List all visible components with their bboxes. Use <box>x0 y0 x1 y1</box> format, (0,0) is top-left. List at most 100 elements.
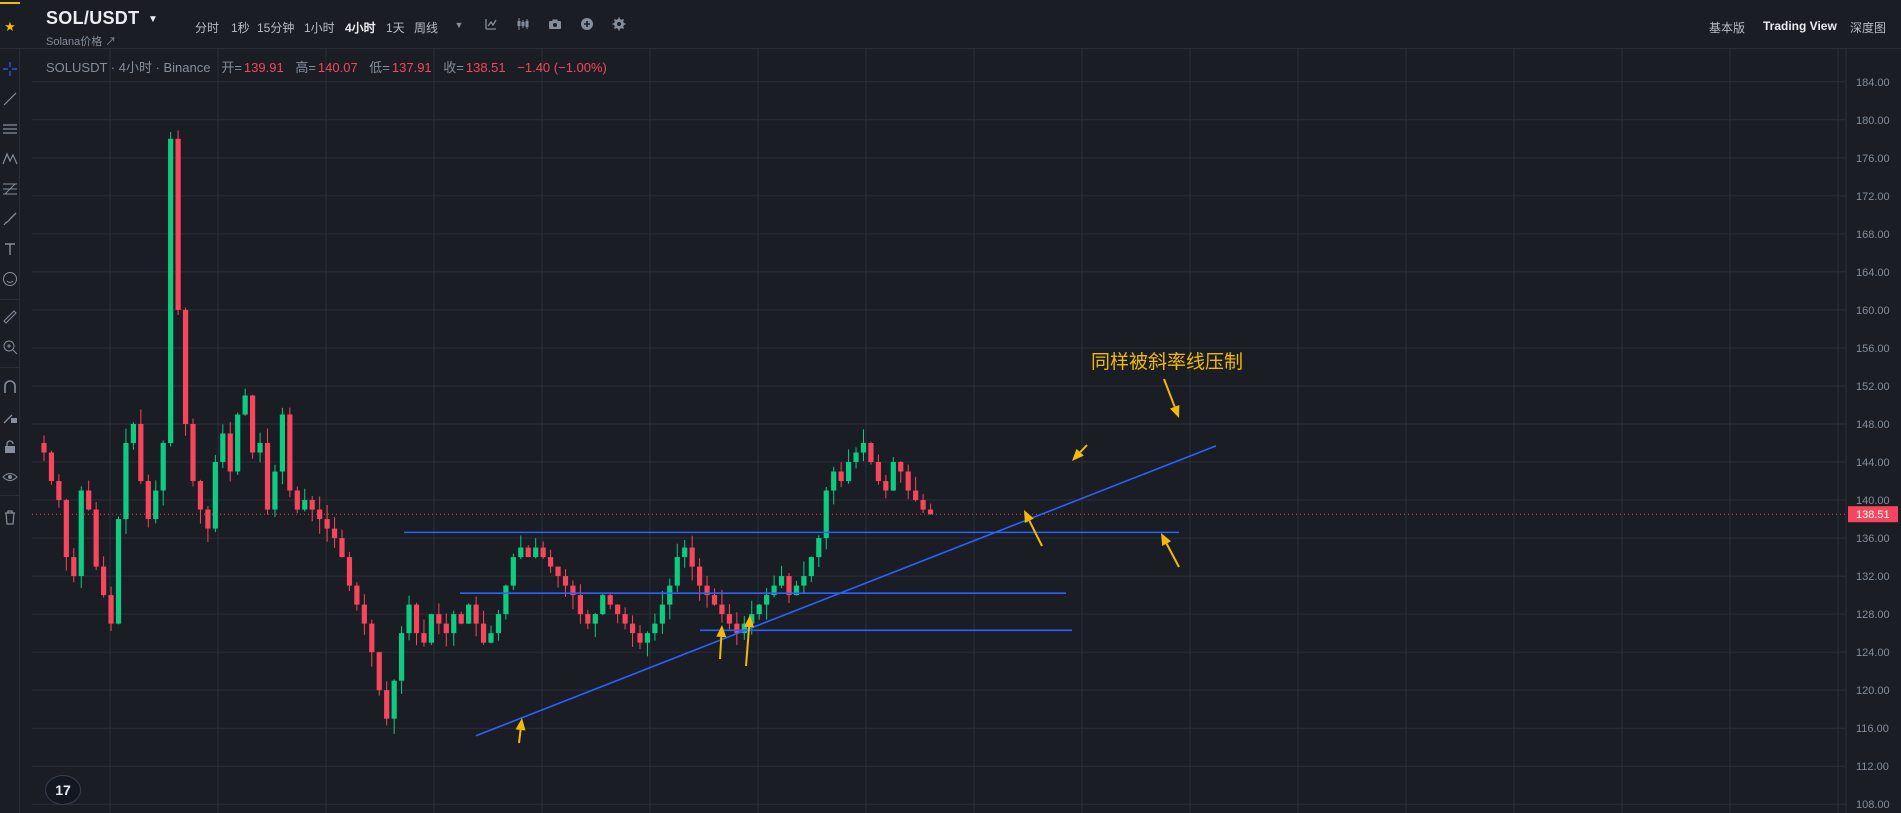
star-icon[interactable]: ★ <box>0 12 20 42</box>
ruler-icon[interactable] <box>1 309 19 327</box>
candle-body <box>480 623 487 643</box>
symbol-title[interactable]: SOL/USDT <box>46 8 139 29</box>
interval-15m[interactable]: 15分钟 <box>257 19 294 36</box>
axis-tick-label: 164.00 <box>1856 267 1890 279</box>
candle-body <box>413 604 420 634</box>
axis-tick-label: 120.00 <box>1856 685 1890 697</box>
candle-body <box>324 519 330 529</box>
eye-icon[interactable] <box>1 469 19 487</box>
candle-body <box>56 481 62 501</box>
candle-body <box>376 652 382 691</box>
candle-body <box>875 462 881 482</box>
zoom-icon[interactable] <box>1 339 19 357</box>
candle-body <box>287 414 293 491</box>
candle-body <box>242 395 248 415</box>
legend-close: 138.51 <box>465 60 506 75</box>
candle-body <box>853 452 859 463</box>
candle-body <box>41 443 47 453</box>
pattern-icon[interactable] <box>1 151 19 169</box>
lock-draw-icon[interactable] <box>1 409 19 427</box>
candle-body <box>659 604 665 624</box>
candle-body <box>518 547 524 558</box>
candle-body <box>220 433 226 463</box>
symbol-subtitle[interactable]: Solana价格 ↗ <box>46 33 116 49</box>
favorite-accent <box>0 2 20 4</box>
interval-1w[interactable]: 周线 <box>414 19 438 36</box>
candle-body <box>786 576 792 596</box>
top-bar: ★ SOL/USDT ▼ Solana价格 ↗ 分时 1秒 15分钟 1小时 4… <box>0 0 1901 49</box>
fib-icon[interactable] <box>1 181 19 199</box>
candle-body <box>473 604 479 624</box>
text-icon[interactable] <box>1 241 19 259</box>
candle-type-icon[interactable] <box>515 17 531 33</box>
lock-icon[interactable] <box>1 439 19 457</box>
axis-tick-label: 156.00 <box>1856 343 1890 355</box>
toolbar-divider <box>0 299 20 300</box>
axis-tick-label: 136.00 <box>1856 533 1890 545</box>
interval-1s[interactable]: 1秒 <box>231 19 250 36</box>
emoji-icon[interactable] <box>1 271 19 289</box>
candle-body <box>78 490 84 577</box>
interval-4h[interactable]: 4小时 <box>345 19 376 36</box>
last-price-label: 138.51 <box>1856 509 1890 521</box>
legend-pair: SOLUSDT · 4小时 · Binance <box>46 60 211 75</box>
candle-body <box>600 595 606 615</box>
add-icon[interactable] <box>579 17 595 33</box>
trend-line <box>475 445 1217 737</box>
candle-body <box>309 500 315 510</box>
candle-body <box>339 538 345 558</box>
drawing-toolbar <box>0 49 20 813</box>
axis-tick-label: 144.00 <box>1856 457 1890 469</box>
candle-body <box>667 585 673 605</box>
ohlc-legend: SOLUSDT · 4小时 · Binance 开= 139.91 高= 140.0… <box>46 57 615 76</box>
candle-body <box>585 614 591 624</box>
candle-body <box>548 557 554 567</box>
interval-1h[interactable]: 1小时 <box>304 19 335 36</box>
settings-icon[interactable] <box>611 17 627 33</box>
arrow-shaft <box>1165 543 1180 568</box>
candle-body <box>562 576 569 586</box>
trendline-icon[interactable] <box>1 91 19 109</box>
candle-body <box>264 443 271 510</box>
candle-body <box>674 557 680 586</box>
crosshair-icon[interactable] <box>1 61 19 79</box>
tab-basic[interactable]: 基本版 <box>1709 19 1745 36</box>
candle-body <box>629 623 636 634</box>
candle-body <box>63 500 69 558</box>
candle-body <box>406 604 412 634</box>
candle-body <box>145 481 151 520</box>
arrow-shaft <box>1079 444 1088 453</box>
more-intervals-icon[interactable]: ▼ <box>451 17 467 33</box>
arrow-shaft <box>1028 520 1043 547</box>
horizontal-lines-icon[interactable] <box>1 121 19 139</box>
candle-body <box>577 595 583 615</box>
tradingview-logo[interactable]: 17 <box>45 775 81 805</box>
tab-depth[interactable]: 深度图 <box>1850 19 1886 36</box>
trash-icon[interactable] <box>1 509 19 527</box>
candle-body <box>115 519 122 624</box>
candle-body <box>927 509 934 515</box>
brush-icon[interactable] <box>1 211 19 229</box>
candle-body <box>331 528 338 539</box>
candle-body <box>235 414 241 472</box>
legend-low-label: 低= <box>369 60 390 75</box>
magnet-icon[interactable] <box>1 379 19 397</box>
price-chart[interactable]: 同样被斜率线压制 188.00184.00180.00176.00172.001… <box>20 49 1901 813</box>
candle-body <box>391 680 397 719</box>
camera-icon[interactable] <box>547 17 563 33</box>
tab-trading-view[interactable]: Trading View <box>1763 19 1837 33</box>
candle-body <box>533 547 539 558</box>
interval-time[interactable]: 分时 <box>195 19 219 36</box>
axis-tick-label: 132.00 <box>1856 571 1890 583</box>
interval-1d[interactable]: 1天 <box>386 19 405 36</box>
candle-body <box>525 547 531 558</box>
legend-high-label: 高= <box>295 60 316 75</box>
chevron-down-icon[interactable]: ▼ <box>148 14 158 25</box>
app-window: ★ SOL/USDT ▼ Solana价格 ↗ 分时 1秒 15分钟 1小时 4… <box>0 0 1901 813</box>
candle-body <box>182 309 189 424</box>
candle-body <box>838 471 844 482</box>
indicator-icon[interactable] <box>483 17 499 33</box>
candle-body <box>734 623 740 634</box>
candle-body <box>883 481 889 491</box>
arrow-shaft <box>719 636 723 660</box>
